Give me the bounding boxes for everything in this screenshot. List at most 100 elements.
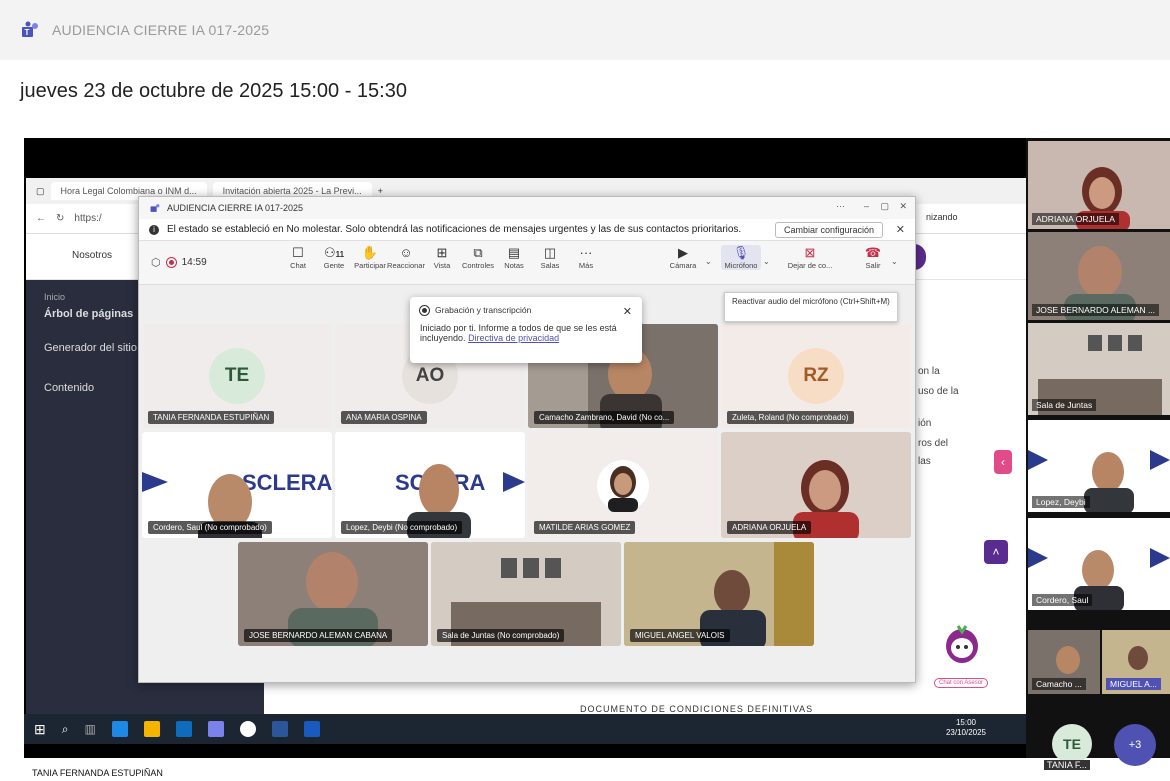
page-text: las (918, 456, 931, 467)
people-icon: ⚇11 (323, 245, 345, 260)
meeting-header: T AUDIENCIA CIERRE IA 017-2025 (0, 0, 1170, 60)
toolbar-label: Salir (865, 261, 881, 270)
rooms-icon: ◫ (543, 245, 557, 260)
grid-icon: ⊞ (436, 245, 448, 260)
hang-up-icon: ☎ (864, 245, 882, 260)
clock-time: 15:00 (955, 718, 976, 727)
right-participant-tile[interactable]: MIGUEL A... (1102, 630, 1170, 694)
microphone-off-icon: 🎙 (732, 245, 750, 260)
participant-tile[interactable]: MIGUEL ANGEL VALOIS (624, 542, 814, 646)
right-participant-tile[interactable]: JOSE BERNARDO ALEMAN ... (1028, 232, 1170, 320)
close-popup-icon[interactable]: ✕ (623, 305, 632, 318)
rooms-button[interactable]: ◫ Salas (533, 245, 567, 270)
chat-button[interactable]: ☐ Chat (281, 245, 315, 270)
participant-name: Zuleta, Roland (No comprobado) (727, 411, 854, 424)
more-options-icon[interactable]: ··· (836, 201, 845, 211)
edge-icon[interactable] (111, 721, 128, 737)
toolbar-label: Reaccionar (387, 261, 425, 270)
change-settings-button[interactable]: Cambiar configuración (774, 222, 883, 238)
task-view-icon[interactable]: ▥ (84, 722, 95, 736)
teams-icon (150, 204, 160, 212)
close-notice-icon[interactable]: ✕ (896, 223, 905, 236)
toolbar-label: Gente (323, 261, 345, 270)
chat-badge[interactable]: Chat con Asesor (934, 678, 989, 688)
dnd-notice-text: El estado se estableció en No molestar. … (167, 224, 742, 235)
right-participant-tile[interactable]: Cordero, Saul (1028, 518, 1170, 610)
search-icon[interactable]: ⌕ (62, 722, 69, 737)
participant-tile[interactable]: Sala de Juntas (No comprobado) (431, 542, 621, 646)
page-text: ión (918, 418, 932, 429)
participant-tile[interactable]: SCLERA Lopez, Deybi (No comprobado) (335, 432, 525, 538)
chevron-up-icon[interactable]: ˄ (984, 540, 1008, 564)
minimize-icon[interactable]: – (864, 201, 869, 211)
right-participant-tile[interactable]: ADRIANA ORJUELA (1028, 141, 1170, 229)
self-name: TANIA F... (1044, 760, 1090, 770)
chevron-down-icon[interactable]: ⌄ (891, 257, 898, 266)
new-tab-icon[interactable]: + (378, 186, 383, 196)
people-button[interactable]: ⚇11 Gente (317, 245, 351, 270)
maximize-icon[interactable]: ▢ (880, 201, 889, 212)
participant-name: JOSE BERNARDO ALEMAN CABANA (244, 629, 393, 642)
windows-start-icon[interactable]: ⊞ (34, 721, 46, 738)
participant-tile[interactable]: MATILDE ARIAS GOMEZ (528, 432, 718, 538)
privacy-link[interactable]: Directiva de privacidad (468, 333, 559, 343)
teams-toolbar: ⬡ 14:59 ☐ Chat ⚇11 Gente ✋ Participar ☺ Reac… (139, 241, 915, 285)
participant-tile[interactable]: SCLERA Cordero, Saul (No comprobado) (142, 432, 332, 538)
windows-taskbar: ⊞ ⌕ ▥ 15:00 23/10/2025 (24, 714, 1026, 744)
participant-name: Sala de Juntas (No comprobado) (437, 629, 565, 642)
outlook-icon[interactable] (175, 721, 192, 737)
people-count: 11 (335, 250, 345, 259)
participant-name: ANA MARIA OSPINA (341, 411, 427, 424)
microphone-button[interactable]: 🎙 Micrófono (721, 245, 761, 270)
chevron-down-icon[interactable]: ⌄ (705, 257, 712, 266)
chat-bot-icon[interactable] (940, 620, 984, 674)
leave-button[interactable]: ☎ Salir (853, 245, 893, 270)
doc-footer: DOCUMENTO DE CONDICIONES DEFINITIVAS (580, 704, 814, 714)
chrome-icon[interactable] (239, 721, 256, 737)
react-button[interactable]: ☺ Reaccionar (387, 245, 425, 270)
participant-tile[interactable]: ADRIANA ORJUELA (721, 432, 911, 538)
chevron-left-icon[interactable]: ‹ (994, 450, 1012, 474)
close-icon[interactable]: ✕ (899, 201, 907, 212)
stop-sharing-button[interactable]: ⊠ Dejar de co... (781, 245, 839, 270)
participant-name: MIGUEL ANGEL VALOIS (630, 629, 730, 642)
chevron-down-icon[interactable]: ⌄ (763, 257, 770, 266)
toolbar-label: Más (578, 261, 594, 270)
participant-tile[interactable]: TE TANIA FERNANDA ESTUPIÑAN (142, 324, 332, 428)
page-text: ros del (918, 438, 949, 449)
nav-link[interactable]: Nosotros (72, 250, 112, 261)
word-icon[interactable] (271, 721, 288, 737)
more-icon: ··· (579, 245, 593, 260)
teams-window-title: AUDIENCIA CIERRE IA 017-2025 (167, 203, 304, 213)
right-participant-tile[interactable]: Lopez, Deybi (1028, 420, 1170, 512)
camera-button[interactable]: ▶ Cámara (663, 245, 703, 270)
word-icon[interactable] (303, 721, 320, 737)
timer-text: 14:59 (181, 257, 207, 268)
refresh-icon[interactable]: ↻ (56, 213, 64, 224)
notes-button[interactable]: ▤ Notas (497, 245, 531, 270)
chat-icon: ☐ (292, 245, 304, 260)
stop-share-icon: ⊠ (804, 245, 816, 260)
toolbar-label: Controles (461, 261, 495, 270)
recording-icon (166, 258, 176, 267)
participant-name: MIGUEL A... (1106, 678, 1161, 690)
avatar: RZ (788, 348, 844, 404)
popup-heading: Grabación y transcripción (435, 305, 532, 315)
controls-button[interactable]: ⧉ Controles (461, 245, 495, 270)
view-button[interactable]: ⊞ Vista (425, 245, 459, 270)
self-avatar[interactable]: TE (1052, 724, 1092, 764)
teams-app-icon[interactable] (207, 721, 224, 737)
tab-list-icon[interactable]: ▢ (36, 186, 45, 197)
raise-hand-button[interactable]: ✋ Participar (353, 245, 387, 270)
explorer-icon[interactable] (143, 721, 160, 737)
recording-popup: Grabación y transcripción Iniciado por t… (410, 297, 642, 363)
participant-tile[interactable]: RZ Zuleta, Roland (No comprobado) (721, 324, 911, 428)
participant-tile[interactable]: JOSE BERNARDO ALEMAN CABANA (238, 542, 428, 646)
right-participant-tile[interactable]: Camacho ... (1028, 630, 1100, 694)
right-participant-tile[interactable]: Sala de Juntas (1028, 323, 1170, 415)
more-button[interactable]: ··· Más (569, 245, 603, 270)
more-participants-button[interactable]: +3 (1114, 724, 1156, 766)
back-icon[interactable]: ← (36, 213, 46, 224)
toolbar-label: Chat (290, 261, 306, 270)
svg-text:T: T (25, 28, 30, 37)
